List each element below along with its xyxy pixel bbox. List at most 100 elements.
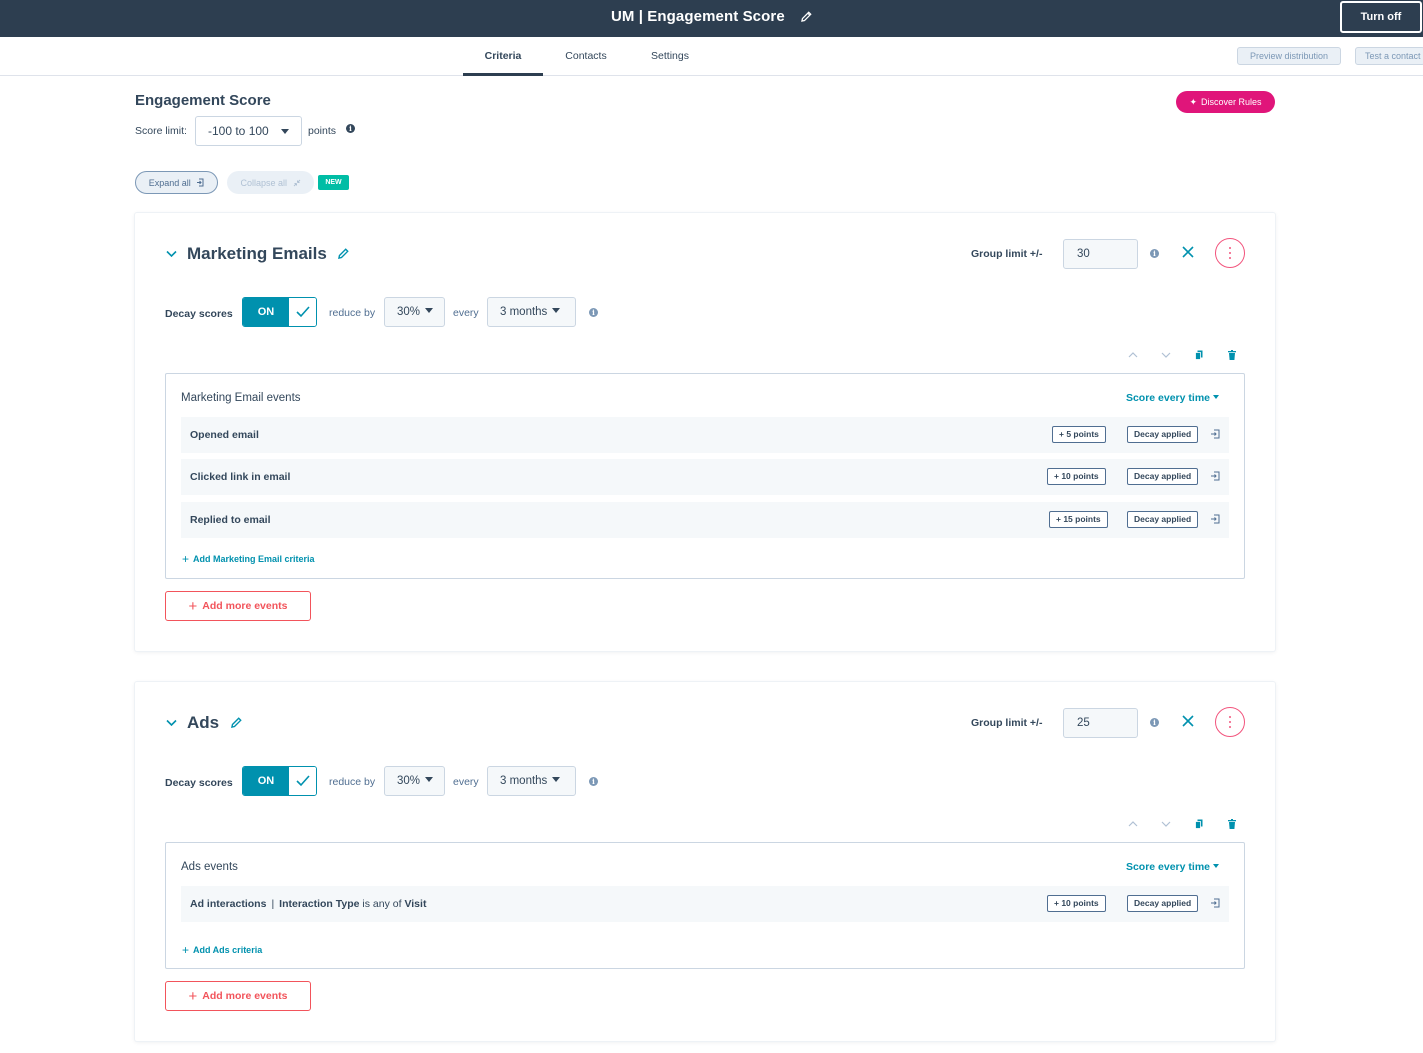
points-badge: + 10 points xyxy=(1047,895,1106,912)
decay-scores-label: Decay scores xyxy=(165,777,233,789)
pencil-icon[interactable] xyxy=(801,9,812,26)
group-limit-label: Group limit +/- xyxy=(971,248,1043,260)
trash-icon[interactable] xyxy=(1228,819,1236,829)
reduce-by-select[interactable]: 30% xyxy=(384,766,445,796)
add-criteria-link[interactable]: + Add Marketing Email criteria xyxy=(182,552,315,566)
score-limit-value: -100 to 100 xyxy=(208,124,269,138)
login-icon[interactable] xyxy=(1210,429,1220,439)
event-name-text: Ad interactions xyxy=(190,898,267,910)
decay-toggle[interactable]: ON xyxy=(242,766,317,796)
collapse-icon xyxy=(293,179,300,186)
event-name: Replied to email xyxy=(190,514,271,526)
tab-contacts[interactable]: Contacts xyxy=(550,37,622,76)
reduce-by-label: reduce by xyxy=(329,776,376,788)
arrow-down-icon[interactable] xyxy=(1161,821,1171,828)
close-icon[interactable] xyxy=(1182,715,1194,727)
test-contact-button[interactable]: Test a contact xyxy=(1355,47,1423,65)
login-icon[interactable] xyxy=(1210,471,1220,481)
score-limit-select[interactable]: -100 to 100 xyxy=(195,116,302,146)
expand-all-button[interactable]: Expand all xyxy=(135,171,218,194)
group-title: Marketing Emails xyxy=(187,244,327,263)
chevron-down-icon[interactable] xyxy=(166,250,177,258)
group-limit-input[interactable] xyxy=(1063,708,1138,738)
caret-down-icon xyxy=(425,308,434,313)
discover-rules-label: Discover Rules xyxy=(1201,96,1262,107)
filter-operator: is any of xyxy=(362,898,402,910)
trash-icon[interactable] xyxy=(1228,350,1236,360)
decay-scores-label: Decay scores xyxy=(165,308,233,320)
every-value: 3 months xyxy=(500,306,548,318)
reduce-by-select[interactable]: 30% xyxy=(384,297,445,327)
more-vertical-icon[interactable] xyxy=(1215,238,1245,268)
preview-distribution-button[interactable]: Preview distribution xyxy=(1237,47,1341,65)
events-box: Marketing Email events Score every time … xyxy=(165,373,1245,579)
event-separator: | xyxy=(271,898,275,910)
add-more-events-button[interactable]: + Add more events xyxy=(165,591,311,621)
group-limit-input[interactable] xyxy=(1063,239,1138,269)
decay-applied-badge: Decay applied xyxy=(1127,895,1199,912)
decay-applied-badge: Decay applied xyxy=(1127,426,1199,443)
caret-down-icon xyxy=(552,777,561,782)
close-icon[interactable] xyxy=(1182,246,1194,258)
caret-down-icon xyxy=(425,777,434,782)
points-badge: + 15 points xyxy=(1049,511,1108,528)
tab-criteria[interactable]: Criteria xyxy=(463,37,543,76)
check-icon xyxy=(289,767,316,795)
every-select[interactable]: 3 months xyxy=(487,297,576,327)
events-box: Ads events Score every time Ad interacti… xyxy=(165,842,1245,969)
page-title: Engagement Score xyxy=(135,92,271,109)
info-icon[interactable]: i xyxy=(589,777,598,786)
plus-icon: + xyxy=(188,597,198,615)
chevron-down-icon[interactable] xyxy=(166,719,177,727)
points-badge: + 10 points xyxy=(1047,468,1106,485)
event-name: Opened email xyxy=(190,429,259,441)
pencil-icon[interactable] xyxy=(338,248,349,259)
event-row[interactable]: Clicked link in email + 10 points Decay … xyxy=(181,459,1229,495)
info-icon[interactable]: i xyxy=(1150,718,1159,727)
reduce-by-value: 30% xyxy=(397,775,421,787)
score-every-time-dropdown[interactable]: Score every time xyxy=(1126,861,1219,873)
group-card-ads: Ads Group limit +/- i Decay scores ON re… xyxy=(135,682,1275,1041)
login-icon[interactable] xyxy=(1210,514,1220,524)
every-value: 3 months xyxy=(500,775,548,787)
tab-settings[interactable]: Settings xyxy=(635,37,705,76)
toggle-on-label: ON xyxy=(243,767,289,795)
every-select[interactable]: 3 months xyxy=(487,766,576,796)
arrow-down-icon[interactable] xyxy=(1161,352,1171,359)
login-icon[interactable] xyxy=(1210,898,1220,908)
caret-down-icon xyxy=(281,129,289,134)
pencil-icon[interactable] xyxy=(231,717,242,728)
toggle-on-label: ON xyxy=(243,298,289,326)
collapse-all-button[interactable]: Collapse all xyxy=(227,171,314,194)
arrow-up-icon[interactable] xyxy=(1128,351,1138,358)
group-limit-label: Group limit +/- xyxy=(971,717,1043,729)
score-every-time-dropdown[interactable]: Score every time xyxy=(1126,392,1219,404)
event-row[interactable]: Opened email + 5 points Decay applied xyxy=(181,417,1229,453)
collapse-all-label: Collapse all xyxy=(240,177,287,188)
decay-applied-badge: Decay applied xyxy=(1127,511,1199,528)
turn-off-button[interactable]: Turn off xyxy=(1340,1,1422,33)
info-icon[interactable]: i xyxy=(346,124,355,133)
copy-icon[interactable] xyxy=(1195,350,1203,360)
every-label: every xyxy=(453,307,479,319)
info-icon[interactable]: i xyxy=(1150,249,1159,258)
info-icon[interactable]: i xyxy=(589,308,598,317)
add-more-events-label: Add more events xyxy=(202,989,288,1002)
add-more-events-button[interactable]: + Add more events xyxy=(165,981,311,1011)
copy-icon[interactable] xyxy=(1195,819,1203,829)
add-criteria-label: Add Marketing Email criteria xyxy=(193,554,315,564)
discover-rules-button[interactable]: ✦ Discover Rules xyxy=(1176,91,1275,113)
score-mode-label: Score every time xyxy=(1125,392,1210,404)
event-row[interactable]: Ad interactions | Interaction Type is any … xyxy=(181,886,1229,922)
decay-toggle[interactable]: ON xyxy=(242,297,317,327)
caret-down-icon xyxy=(1213,864,1219,868)
add-criteria-link[interactable]: + Add Ads criteria xyxy=(182,943,262,957)
event-row[interactable]: Replied to email + 15 points Decay appli… xyxy=(181,502,1229,538)
check-icon xyxy=(289,298,316,326)
more-vertical-icon[interactable] xyxy=(1215,707,1245,737)
add-criteria-label: Add Ads criteria xyxy=(193,945,263,955)
tab-bar: Criteria Contacts Settings Preview distr… xyxy=(0,37,1423,76)
arrow-up-icon[interactable] xyxy=(1128,820,1138,827)
group-title: Ads xyxy=(187,713,220,732)
plus-icon: + xyxy=(182,552,190,566)
